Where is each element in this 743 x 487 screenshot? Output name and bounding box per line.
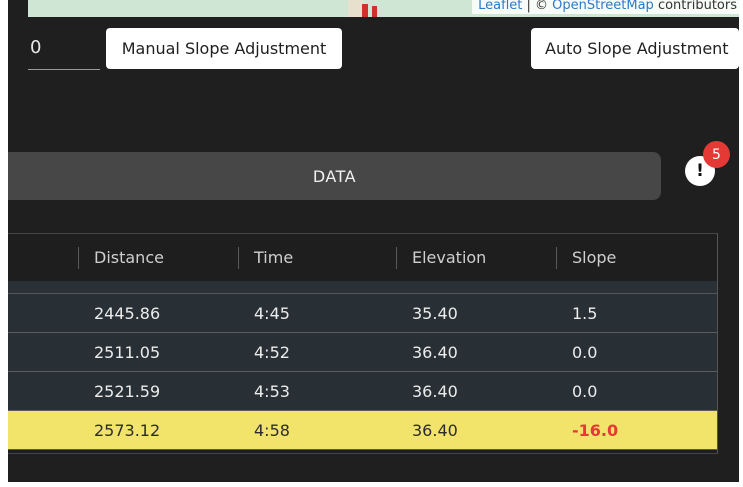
column-header-slope[interactable]: Slope xyxy=(556,234,717,281)
table-row[interactable]: 2445.86 4:45 35.40 1.5 xyxy=(8,293,717,333)
exclamation-icon: ! xyxy=(696,161,704,181)
column-header-time[interactable]: Time xyxy=(238,234,396,281)
cell-time: 4:52 xyxy=(238,332,396,372)
route-marker xyxy=(362,4,368,17)
cell-slope: 0.0 xyxy=(556,332,717,372)
cell-distance: 2521.59 xyxy=(78,371,238,411)
cell-slope-negative: -16.0 xyxy=(556,410,717,450)
table-row[interactable]: 2521.59 4:53 36.40 0.0 xyxy=(8,371,717,411)
map-attribution: Leaflet | © OpenStreetMap contributors xyxy=(472,0,739,14)
auto-slope-adjustment-button[interactable]: Auto Slope Adjustment xyxy=(531,28,739,69)
osm-link[interactable]: OpenStreetMap xyxy=(552,0,654,13)
cell-slope: 1.5 xyxy=(556,293,717,333)
data-tab-label: DATA xyxy=(312,166,357,186)
column-header-leading xyxy=(8,234,78,281)
cell-time: 4:58 xyxy=(238,410,396,450)
cell-elevation: 36.40 xyxy=(396,371,556,411)
attribution-suffix: contributors xyxy=(653,0,737,13)
cell-elevation: 36.40 xyxy=(396,410,556,450)
leaflet-link[interactable]: Leaflet xyxy=(478,0,522,13)
route-marker-secondary xyxy=(372,6,377,17)
cell-slope: 0.0 xyxy=(556,371,717,411)
row-leading-cell xyxy=(8,410,78,450)
data-tab[interactable]: DATA xyxy=(8,152,661,200)
cell-time: 4:53 xyxy=(238,371,396,411)
column-header-distance[interactable]: Distance xyxy=(78,234,238,281)
cell-time: 4:45 xyxy=(238,293,396,333)
cell-elevation: 36.40 xyxy=(396,332,556,372)
cell-elevation: 35.40 xyxy=(396,293,556,333)
attribution-separator: | © xyxy=(522,0,553,13)
table-row-partial xyxy=(8,281,717,294)
column-header-elevation[interactable]: Elevation xyxy=(396,234,556,281)
app-window: Leaflet | © OpenStreetMap contributors M… xyxy=(8,0,739,482)
manual-slope-adjustment-button[interactable]: Manual Slope Adjustment xyxy=(106,28,342,69)
cell-distance: 2445.86 xyxy=(78,293,238,333)
slope-value-input[interactable] xyxy=(28,34,100,70)
row-leading-cell xyxy=(8,371,78,411)
cell-distance: 2573.12 xyxy=(78,410,238,450)
cell-distance: 2511.05 xyxy=(78,332,238,372)
row-leading-cell xyxy=(8,332,78,372)
table-row[interactable]: 2511.05 4:52 36.40 0.0 xyxy=(8,332,717,372)
data-table: Distance Time Elevation Slope 2445.86 4:… xyxy=(8,233,718,454)
table-header-row: Distance Time Elevation Slope xyxy=(8,234,717,281)
table-row-highlighted[interactable]: 2573.12 4:58 36.40 -16.0 xyxy=(8,410,717,450)
map-view[interactable]: Leaflet | © OpenStreetMap contributors xyxy=(28,0,739,17)
alert-count-badge: 5 xyxy=(703,141,730,168)
row-leading-cell xyxy=(8,293,78,333)
